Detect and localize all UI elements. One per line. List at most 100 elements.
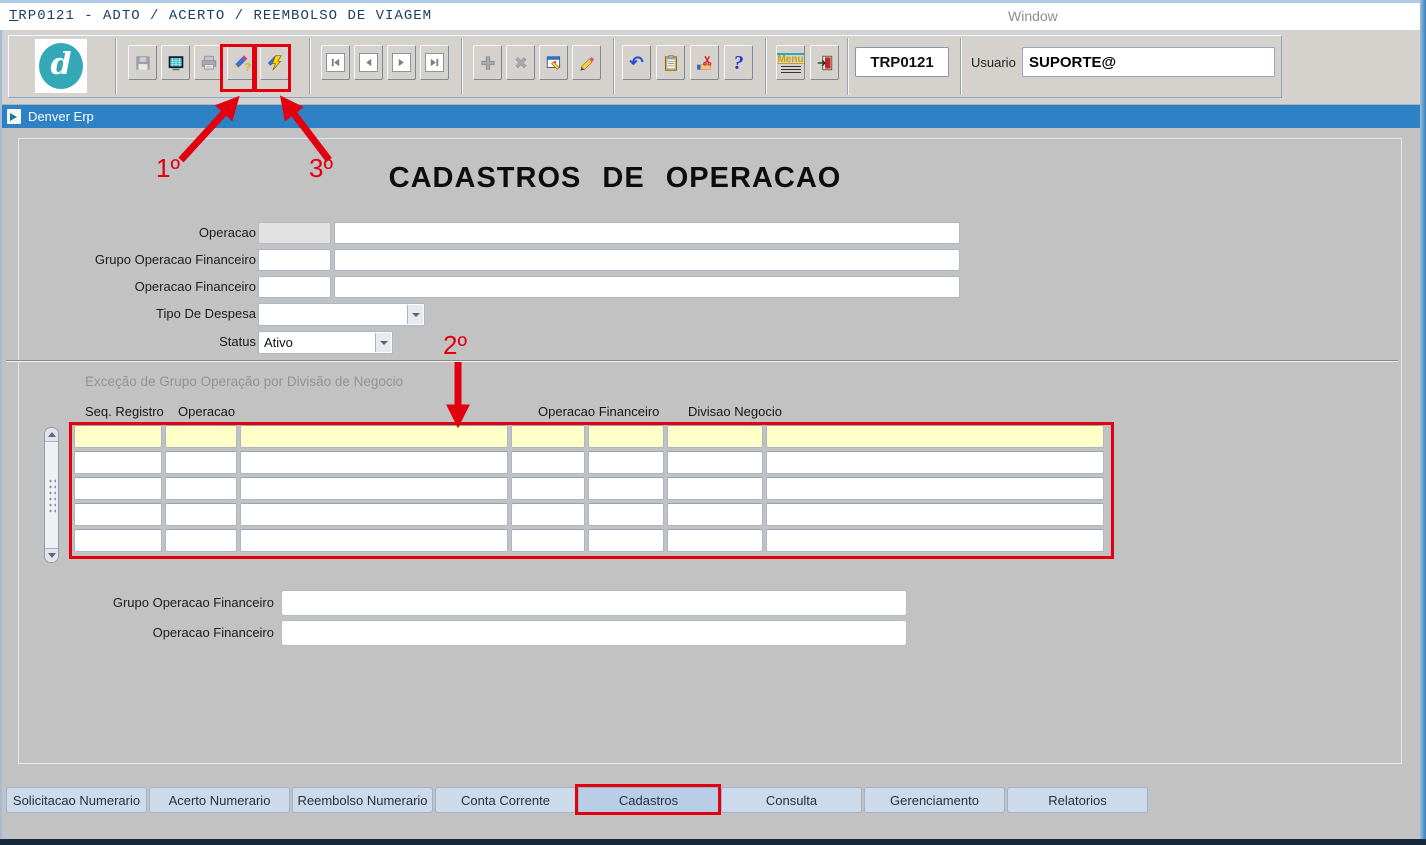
tipo-de-despesa-dropdown[interactable] [258, 303, 425, 326]
grid-cell[interactable] [511, 451, 585, 474]
clipboard-button[interactable] [656, 45, 685, 80]
tab-cadastros[interactable]: Cadastros [578, 787, 719, 813]
grid-cell[interactable] [511, 529, 585, 552]
grid-cell[interactable] [240, 425, 508, 448]
operacao-code-field[interactable] [258, 222, 331, 244]
clear-field-icon [578, 54, 596, 72]
footer-operacao-financeiro-field[interactable] [281, 620, 907, 646]
denver-erp-window: TRP0121 - ADTO / ACERTO / REEMBOLSO DE V… [0, 0, 1426, 845]
clipboard-icon [662, 54, 680, 72]
print-button[interactable] [194, 45, 223, 80]
next-record-button[interactable] [387, 45, 416, 80]
grid-cell[interactable] [165, 529, 237, 552]
grid-cell[interactable] [165, 451, 237, 474]
grid-cell[interactable] [588, 503, 664, 526]
grid-cell[interactable] [74, 451, 162, 474]
tab-acerto-numerario[interactable]: Acerto Numerario [149, 787, 290, 813]
grid-scrollbar[interactable] [44, 427, 59, 563]
scrollbar-thumb[interactable] [48, 478, 56, 514]
exception-grid [74, 425, 1104, 552]
denver-erp-window-icon [7, 109, 21, 124]
tab-conta-corrente[interactable]: Conta Corrente [435, 787, 576, 813]
tab-gerenciamento[interactable]: Gerenciamento [864, 787, 1005, 813]
grid-cell[interactable] [588, 529, 664, 552]
grid-cell[interactable] [74, 503, 162, 526]
chevron-down-icon[interactable] [407, 305, 423, 324]
grid-cell[interactable] [667, 451, 763, 474]
help-button[interactable]: ? [724, 45, 753, 80]
chevron-down-icon[interactable] [375, 333, 391, 352]
grid-cell[interactable] [588, 451, 664, 474]
tab-solicitacao-numerario[interactable]: Solicitacao Numerario [6, 787, 147, 813]
tab-consulta[interactable]: Consulta [721, 787, 862, 813]
previous-record-button[interactable] [354, 45, 383, 80]
insert-record-icon [479, 54, 497, 72]
grid-cell[interactable] [766, 477, 1104, 500]
grid-cell[interactable] [511, 477, 585, 500]
grid-cell[interactable] [74, 425, 162, 448]
denver-logo: d [35, 39, 87, 93]
denver-logo-icon: d [39, 43, 83, 89]
grid-cell[interactable] [766, 451, 1104, 474]
insert-record-button[interactable] [473, 45, 502, 80]
cut-record-icon [696, 54, 714, 72]
grid-cell[interactable] [240, 503, 508, 526]
tab-label: Gerenciamento [890, 792, 979, 808]
grupo-operacao-financeiro-desc-field[interactable] [334, 249, 960, 271]
grid-cell[interactable] [588, 477, 664, 500]
label-grupo-operacao-financeiro: Grupo Operacao Financeiro [94, 252, 256, 267]
tab-relatorios[interactable]: Relatorios [1007, 787, 1148, 813]
grid-cell[interactable] [165, 477, 237, 500]
first-record-button[interactable] [321, 45, 350, 80]
delete-record-button[interactable] [506, 45, 535, 80]
grid-cell[interactable] [165, 425, 237, 448]
scroll-up-icon[interactable] [45, 428, 58, 442]
grid-cell[interactable] [74, 529, 162, 552]
cut-record-button[interactable] [690, 45, 719, 80]
operacao-desc-field[interactable] [334, 222, 960, 244]
help-icon: ? [733, 51, 744, 74]
exit-button[interactable] [810, 45, 839, 80]
operacao-financeiro-code-field[interactable] [258, 276, 331, 298]
grid-cell[interactable] [766, 425, 1104, 448]
grid-cell[interactable] [667, 503, 763, 526]
scroll-down-icon[interactable] [45, 548, 58, 562]
grid-cell[interactable] [165, 503, 237, 526]
clear-field-button[interactable] [572, 45, 601, 80]
display-button[interactable] [161, 45, 190, 80]
undo-icon: ↶ [629, 53, 644, 72]
save-icon [134, 54, 152, 72]
next-record-icon [392, 53, 411, 72]
denver-erp-titlebar[interactable]: Denver Erp [2, 105, 1423, 128]
grid-cell[interactable] [766, 529, 1104, 552]
query-window-button[interactable] [539, 45, 568, 80]
execute-query-button[interactable] [260, 45, 289, 80]
grid-row [74, 425, 1104, 448]
tab-reembolso-numerario[interactable]: Reembolso Numerario [292, 787, 433, 813]
operacao-financeiro-desc-field[interactable] [334, 276, 960, 298]
grid-cell[interactable] [667, 529, 763, 552]
grid-cell[interactable] [74, 477, 162, 500]
display-icon [167, 54, 185, 72]
menu-button[interactable]: Menu [776, 45, 805, 80]
grid-cell[interactable] [588, 425, 664, 448]
grid-cell[interactable] [240, 529, 508, 552]
enter-query-button[interactable]: ? [227, 45, 256, 80]
save-button[interactable] [128, 45, 157, 80]
grid-row [74, 503, 1104, 526]
svg-text:?: ? [244, 61, 251, 72]
grid-cell[interactable] [240, 477, 508, 500]
grupo-operacao-financeiro-code-field[interactable] [258, 249, 331, 271]
undo-button[interactable]: ↶ [622, 45, 651, 80]
grid-cell[interactable] [667, 425, 763, 448]
footer-grupo-operacao-financeiro-field[interactable] [281, 590, 907, 616]
grid-cell[interactable] [511, 503, 585, 526]
last-record-button[interactable] [420, 45, 449, 80]
grid-cell[interactable] [511, 425, 585, 448]
grid-cell[interactable] [240, 451, 508, 474]
menu-item-window[interactable]: Window [1008, 8, 1058, 24]
grid-cell[interactable] [667, 477, 763, 500]
usuario-input[interactable] [1022, 47, 1275, 77]
status-dropdown[interactable]: Ativo [258, 331, 393, 354]
grid-cell[interactable] [766, 503, 1104, 526]
